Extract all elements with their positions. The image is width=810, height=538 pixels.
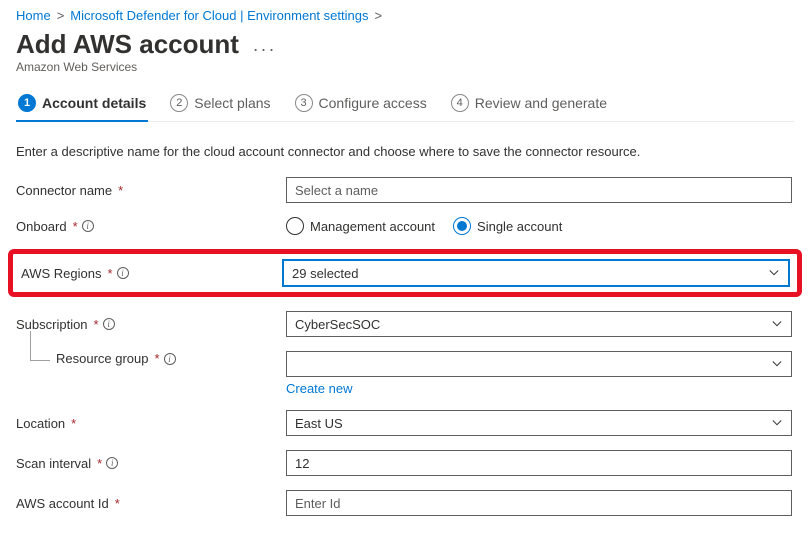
row-subscription: Subscription * i CyberSecSOC (16, 311, 794, 337)
required-icon: * (97, 456, 102, 471)
chevron-down-icon (768, 267, 780, 279)
radio-management-account[interactable]: Management account (286, 217, 435, 235)
subscription-select[interactable]: CyberSecSOC (286, 311, 792, 337)
tab-num: 2 (170, 94, 188, 112)
tab-configure-access[interactable]: 3 Configure access (293, 88, 429, 122)
tab-num: 4 (451, 94, 469, 112)
intro-text: Enter a descriptive name for the cloud a… (16, 144, 794, 159)
tab-label: Review and generate (475, 95, 607, 111)
chevron-right-icon: > (374, 8, 382, 23)
page-title: Add AWS account (16, 29, 239, 60)
radio-icon (286, 217, 304, 235)
label-aws-account-id: AWS account Id * (16, 496, 286, 511)
chevron-down-icon (771, 358, 783, 370)
info-icon[interactable]: i (117, 267, 129, 279)
tab-review-generate[interactable]: 4 Review and generate (449, 88, 609, 122)
chevron-down-icon (771, 417, 783, 429)
tab-label: Account details (42, 95, 146, 111)
create-new-link[interactable]: Create new (286, 381, 352, 396)
tab-select-plans[interactable]: 2 Select plans (168, 88, 272, 122)
wizard-tabs: 1 Account details 2 Select plans 3 Confi… (16, 88, 794, 122)
indent-line-icon (30, 331, 50, 361)
required-icon: * (73, 219, 78, 234)
required-icon: * (155, 351, 160, 366)
chevron-down-icon (771, 318, 783, 330)
tab-num: 1 (18, 94, 36, 112)
tab-label: Configure access (319, 95, 427, 111)
label-subscription: Subscription * i (16, 317, 286, 332)
label-onboard: Onboard * i (16, 219, 286, 234)
onboard-radio-group: Management account Single account (286, 217, 792, 235)
info-icon[interactable]: i (164, 353, 176, 365)
row-scan-interval: Scan interval * i (16, 450, 794, 476)
row-aws-account-id: AWS account Id * (16, 490, 794, 516)
radio-icon (453, 217, 471, 235)
label-resource-group: Resource group * i (16, 351, 286, 366)
info-icon[interactable]: i (82, 220, 94, 232)
chevron-right-icon: > (57, 8, 65, 23)
required-icon: * (115, 496, 120, 511)
info-icon[interactable]: i (103, 318, 115, 330)
breadcrumb-defender[interactable]: Microsoft Defender for Cloud | Environme… (70, 8, 368, 23)
info-icon[interactable]: i (106, 457, 118, 469)
label-scan-interval: Scan interval * i (16, 456, 286, 471)
breadcrumb-home[interactable]: Home (16, 8, 51, 23)
resource-group-select[interactable] (286, 351, 792, 377)
required-icon: * (107, 266, 112, 281)
connector-name-input[interactable] (286, 177, 792, 203)
row-aws-regions: AWS Regions * i 29 selected (19, 260, 791, 286)
tab-account-details[interactable]: 1 Account details (16, 88, 148, 122)
row-connector-name: Connector name * (16, 177, 794, 203)
tab-num: 3 (295, 94, 313, 112)
highlight-aws-regions: AWS Regions * i 29 selected (8, 249, 802, 297)
label-aws-regions: AWS Regions * i (19, 266, 283, 281)
label-connector-name: Connector name * (16, 183, 286, 198)
tab-label: Select plans (194, 95, 270, 111)
breadcrumb: Home > Microsoft Defender for Cloud | En… (16, 8, 794, 23)
aws-regions-select[interactable]: 29 selected (283, 260, 789, 286)
page-subtitle: Amazon Web Services (16, 60, 794, 74)
page-header: Add AWS account ··· (16, 29, 794, 60)
row-location: Location * East US (16, 410, 794, 436)
aws-account-id-input[interactable] (286, 490, 792, 516)
label-location: Location * (16, 416, 286, 431)
required-icon: * (94, 317, 99, 332)
required-icon: * (118, 183, 123, 198)
required-icon: * (71, 416, 76, 431)
location-select[interactable]: East US (286, 410, 792, 436)
more-icon[interactable]: ··· (253, 39, 277, 60)
radio-single-account[interactable]: Single account (453, 217, 562, 235)
row-resource-group: Resource group * i Create new (16, 351, 794, 396)
row-onboard: Onboard * i Management account Single ac… (16, 217, 794, 235)
scan-interval-input[interactable] (286, 450, 792, 476)
